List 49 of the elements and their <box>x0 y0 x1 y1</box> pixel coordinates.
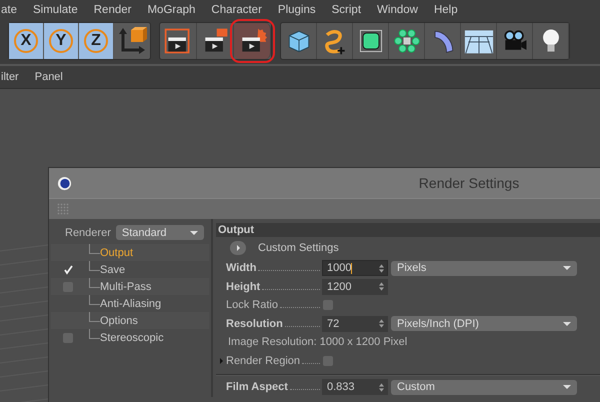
menu-item[interactable]: Plugins <box>278 4 316 16</box>
menu-item[interactable]: Script <box>332 4 362 16</box>
number-field[interactable]: 0.833 <box>322 379 388 396</box>
app-logo-icon <box>57 176 72 190</box>
field-label: Render Region <box>226 354 300 367</box>
number-field[interactable]: 1200 <box>322 278 388 295</box>
number-field[interactable]: 1000 <box>322 260 388 276</box>
preset-button[interactable] <box>230 241 246 255</box>
field-label: Resolution <box>226 318 283 330</box>
unit-dropdown[interactable]: Pixels/Inch (DPI) <box>391 316 577 332</box>
spinner-arrows-icon[interactable] <box>379 282 384 292</box>
unit-dropdown[interactable]: Custom <box>391 380 577 395</box>
tree-item[interactable]: Save <box>100 264 126 276</box>
axis-button[interactable]: X <box>9 23 44 59</box>
menu-item[interactable]: Render <box>94 4 132 16</box>
menu-item[interactable]: MoGraph <box>147 4 196 16</box>
menu-item[interactable]: Window <box>377 4 418 16</box>
spinner-arrows-icon[interactable] <box>379 319 384 328</box>
spinner-arrows-icon[interactable] <box>379 264 384 273</box>
number-field[interactable]: 72 <box>322 316 388 332</box>
renderer-dropdown[interactable]: Standard <box>116 225 204 240</box>
checkbox[interactable] <box>63 332 73 342</box>
grip-icon[interactable] <box>57 203 69 215</box>
checkbox[interactable] <box>323 300 333 310</box>
info-text: Image Resolution: 1000 x 1200 Pixel <box>227 336 408 348</box>
field-label: Lock Ratio <box>226 299 278 312</box>
window-title: Render Settings <box>418 175 520 191</box>
tree-item[interactable]: Stereoscopic <box>100 332 164 344</box>
tree-item[interactable]: Output <box>100 246 134 258</box>
tree-item[interactable]: Anti-Aliasing <box>100 298 162 310</box>
section-header: Output <box>216 223 600 237</box>
menu-item[interactable]: ilter <box>1 71 19 83</box>
field-label: Width <box>226 262 256 274</box>
axis-button[interactable]: Z <box>79 23 114 59</box>
field-label: Height <box>226 280 260 293</box>
field-label: Film Aspect <box>226 381 288 394</box>
preset-label: Custom Settings <box>258 242 339 254</box>
renderer-label: Renderer <box>65 226 111 238</box>
tree-item[interactable]: Options <box>100 314 138 326</box>
menu-item[interactable]: Character <box>211 4 262 16</box>
spinner-arrows-icon[interactable] <box>379 382 384 392</box>
unit-dropdown[interactable]: Pixels <box>391 260 577 276</box>
menu-item[interactable]: ate <box>1 4 17 16</box>
checkbox[interactable] <box>63 264 73 274</box>
axis-button[interactable]: Y <box>44 23 79 59</box>
checkbox[interactable] <box>323 356 333 366</box>
menu-item[interactable]: Simulate <box>33 4 78 16</box>
menu-item[interactable]: Panel <box>34 71 63 83</box>
menu-item[interactable]: Help <box>434 4 458 16</box>
